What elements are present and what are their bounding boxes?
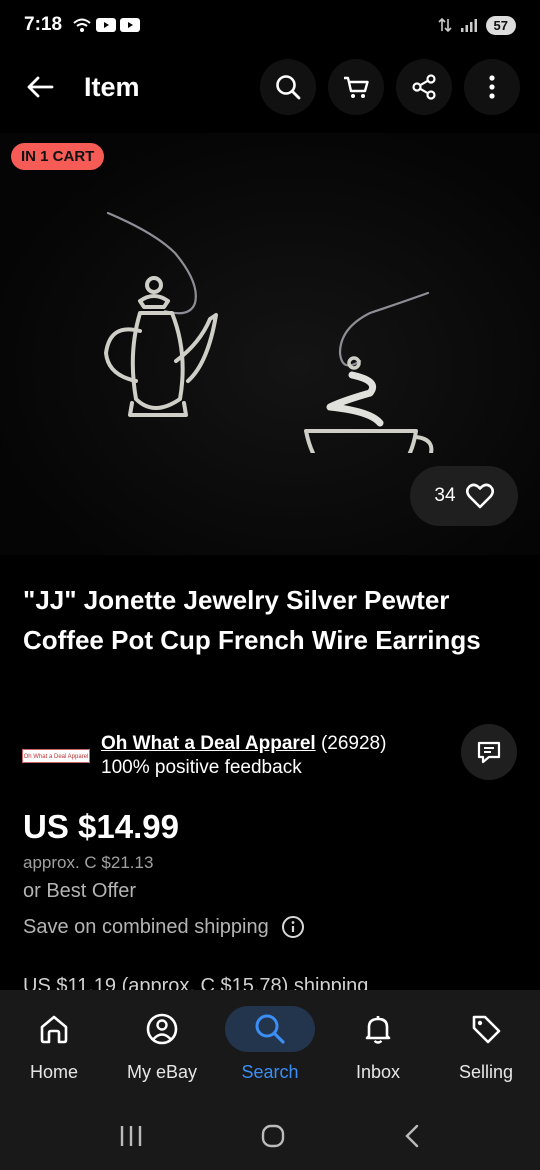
nav-home[interactable]: Home: [4, 1006, 104, 1102]
nav-inbox-icon-wrap: [333, 1006, 423, 1052]
page-title: Item: [84, 71, 140, 102]
share-button[interactable]: [396, 59, 452, 115]
seller-info: Oh What a Deal Apparel (26928) 100% posi…: [101, 732, 386, 780]
combined-shipping-text: Save on combined shipping: [23, 915, 269, 938]
nav-myebay[interactable]: My eBay: [112, 1006, 212, 1102]
recent-apps-icon[interactable]: [118, 1124, 144, 1148]
combined-shipping-row[interactable]: Save on combined shipping: [23, 915, 305, 939]
seller-line: Oh What a Deal Apparel (26928): [101, 732, 386, 756]
search-icon: [255, 1014, 285, 1044]
cart-icon: [344, 76, 369, 98]
signal-icon: [460, 19, 477, 32]
heart-icon: [465, 483, 494, 509]
nav-selling-icon-wrap: [441, 1006, 531, 1052]
home-icon: [40, 1015, 68, 1044]
system-back-icon[interactable]: [402, 1123, 422, 1149]
system-nav-bar: [0, 1102, 540, 1170]
youtube-icon: [96, 18, 117, 32]
tag-icon: [472, 1015, 501, 1044]
app-actions: [260, 59, 520, 115]
seller-logo: Oh What a Deal Apparel: [22, 749, 90, 763]
chat-icon: [477, 741, 501, 764]
price: US $14.99: [23, 808, 179, 845]
more-vertical-icon: [489, 75, 495, 99]
nav-home-label: Home: [29, 1062, 78, 1082]
info-icon[interactable]: [281, 915, 305, 939]
battery-indicator: 57: [485, 15, 516, 35]
nav-myebay-label: My eBay: [126, 1062, 198, 1082]
nav-selling[interactable]: Selling: [436, 1006, 536, 1102]
arrow-left-icon: [27, 76, 54, 98]
youtube-icon: [120, 18, 141, 32]
status-right-icons: 57: [437, 15, 516, 35]
best-offer-text: or Best Offer: [23, 880, 137, 902]
watch-count: 34: [434, 485, 456, 506]
search-button[interactable]: [260, 59, 316, 115]
cart-button[interactable]: [328, 59, 384, 115]
bell-icon: [365, 1016, 391, 1044]
wifi-icon: [73, 18, 91, 32]
in-cart-badge: IN 1 CART: [11, 143, 105, 170]
nav-myebay-icon-wrap: [117, 1006, 207, 1052]
item-image[interactable]: IN 1 CART 34: [0, 133, 540, 555]
nav-inbox[interactable]: Inbox: [328, 1006, 428, 1102]
nav-selling-label: Selling: [458, 1062, 514, 1082]
back-button[interactable]: [20, 67, 60, 107]
seller-feedback: 100% positive feedback: [101, 757, 302, 778]
nav-search-label: Search: [241, 1062, 299, 1082]
watch-button[interactable]: 34: [410, 466, 518, 526]
nav-search[interactable]: Search: [220, 1006, 320, 1102]
seller-feedback-count: (26928): [320, 733, 387, 754]
bottom-nav: Home My eBay Search Inbox Selling: [0, 990, 540, 1102]
status-left-icons: [72, 17, 141, 33]
shipping-cost: US $11.19 (approx. C $15.78) shipping: [23, 975, 369, 991]
home-circle-icon[interactable]: [260, 1123, 286, 1149]
message-seller-button[interactable]: [461, 724, 517, 780]
item-title: "JJ" Jonette Jewelry Silver Pewter Coffe…: [23, 585, 481, 655]
seller-row: Oh What a Deal Apparel Oh What a Deal Ap…: [22, 724, 522, 784]
data-arrows-icon: [437, 17, 452, 33]
profile-icon: [146, 1013, 178, 1045]
nav-inbox-label: Inbox: [355, 1062, 401, 1082]
earrings-photo: [104, 211, 434, 453]
seller-name-link[interactable]: Oh What a Deal Apparel: [101, 733, 316, 754]
search-icon: [276, 75, 301, 100]
nav-home-icon-wrap: [9, 1006, 99, 1052]
app-bar: Item: [0, 56, 540, 118]
status-bar: 7:18 57: [0, 0, 540, 50]
more-options-button[interactable]: [464, 59, 520, 115]
nav-search-icon-wrap: [225, 1006, 315, 1052]
status-time: 7:18: [24, 14, 63, 35]
share-icon: [412, 74, 436, 100]
approx-price: approx. C $21.13: [23, 853, 154, 872]
